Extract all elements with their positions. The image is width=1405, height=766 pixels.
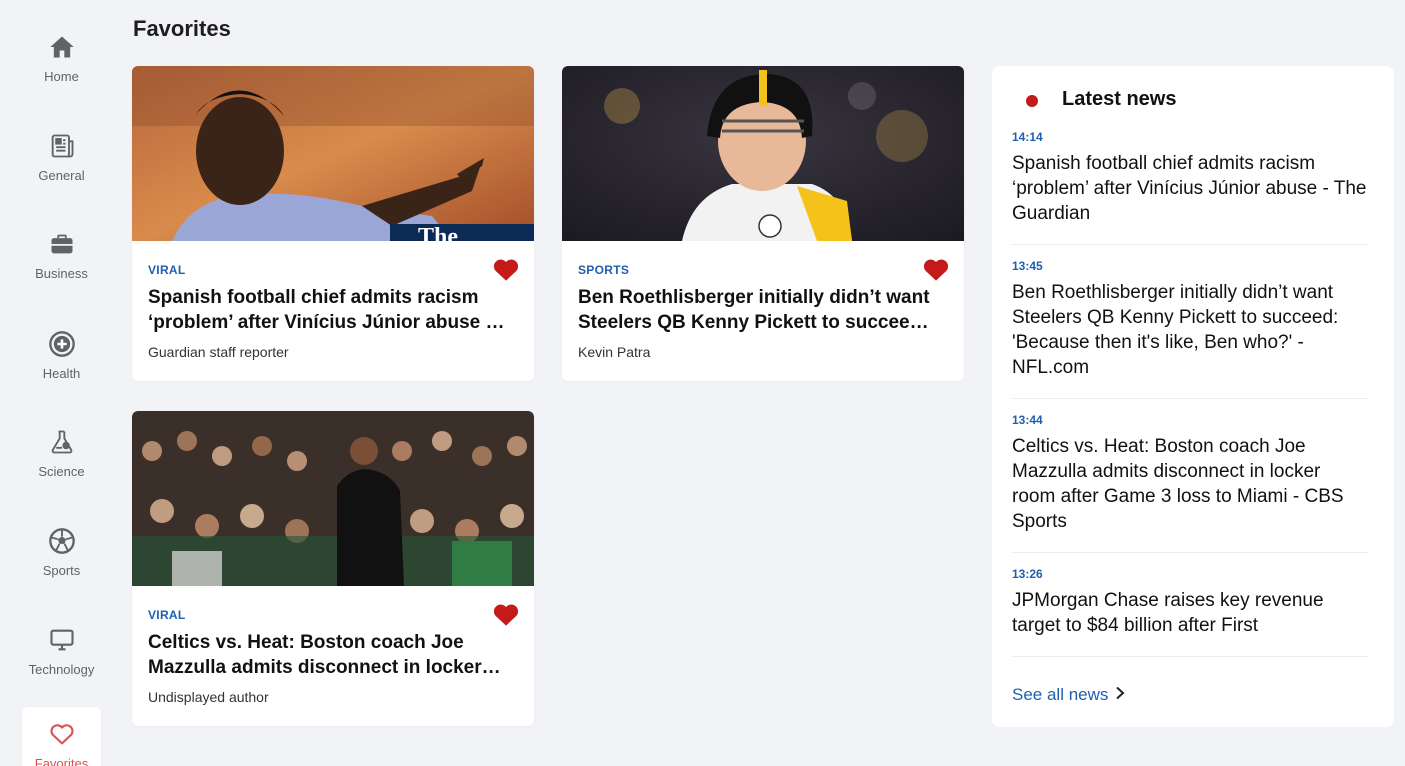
- category-label: VIRAL: [148, 608, 186, 622]
- category-label: SPORTS: [578, 263, 630, 277]
- briefcase-icon: [47, 229, 77, 259]
- sidebar-item-label: Favorites: [34, 756, 89, 766]
- favorite-card[interactable]: SPORTS Ben Roethlisberger initially didn…: [562, 66, 964, 381]
- sidebar-item-general[interactable]: General: [22, 119, 101, 199]
- article-author: Undisplayed author: [148, 689, 269, 705]
- article-title[interactable]: Celtics vs. Heat: Boston coach Joe Mazzu…: [148, 630, 508, 680]
- article-image: [562, 66, 964, 241]
- image-watermark-text: The: [418, 224, 458, 241]
- sidebar-item-business[interactable]: Business: [22, 217, 101, 297]
- latest-news-heading: Latest news: [1062, 88, 1177, 110]
- sidebar-item-label: Business: [35, 266, 88, 281]
- home-icon: [47, 32, 77, 62]
- category-label: VIRAL: [148, 263, 186, 277]
- sidebar-item-sports[interactable]: Sports: [22, 514, 101, 594]
- sidebar-item-label: Technology: [28, 662, 95, 677]
- favorite-heart-icon[interactable]: [492, 256, 520, 282]
- sidebar-item-home[interactable]: Home: [22, 20, 101, 100]
- article-title[interactable]: Spanish football chief admits racism ‘pr…: [148, 285, 508, 335]
- list-item[interactable]: 13:45 Ben Roethlisberger initially didn’…: [1012, 255, 1368, 399]
- latest-news-panel: Latest news 14:14 Spanish football chief…: [992, 66, 1394, 727]
- sidebar-item-label: General: [38, 168, 85, 183]
- live-dot-icon: [1026, 95, 1038, 107]
- see-all-news-label: See all news: [1012, 685, 1109, 704]
- news-headline[interactable]: JPMorgan Chase raises key revenue target…: [1012, 588, 1368, 638]
- sidebar-item-favorites[interactable]: Favorites: [22, 707, 101, 766]
- article-image: [132, 411, 534, 586]
- soccer-ball-icon: [47, 526, 77, 556]
- news-time: 13:44: [1012, 413, 1043, 427]
- sidebar-item-health[interactable]: Health: [22, 317, 101, 397]
- list-item[interactable]: 14:14 Spanish football chief admits raci…: [1012, 126, 1368, 245]
- sidebar-item-label: Sports: [42, 563, 81, 578]
- favorite-card[interactable]: VIRAL Celtics vs. Heat: Boston coach Joe…: [132, 411, 534, 726]
- news-time: 13:26: [1012, 567, 1043, 581]
- latest-news-list[interactable]: 14:14 Spanish football chief admits raci…: [1012, 126, 1368, 664]
- favorite-heart-icon[interactable]: [922, 256, 950, 282]
- article-title[interactable]: Ben Roethlisberger initially didn’t want…: [578, 285, 938, 335]
- flask-icon: [47, 427, 77, 457]
- news-headline[interactable]: Celtics vs. Heat: Boston coach Joe Mazzu…: [1012, 434, 1368, 534]
- monitor-icon: [47, 625, 77, 655]
- sidebar: Home General Business Health Science Spo…: [0, 0, 122, 766]
- chevron-right-icon: [1114, 685, 1126, 705]
- favorite-card[interactable]: The VIRAL Spanish football chief admits …: [132, 66, 534, 381]
- page-title: Favorites: [133, 16, 231, 41]
- sidebar-item-label: Science: [38, 464, 85, 479]
- list-item[interactable]: 13:26 JPMorgan Chase raises key revenue …: [1012, 563, 1368, 657]
- news-time: 13:45: [1012, 259, 1043, 273]
- list-item[interactable]: 13:44 Celtics vs. Heat: Boston coach Joe…: [1012, 409, 1368, 553]
- news-headline[interactable]: Spanish football chief admits racism ‘pr…: [1012, 151, 1368, 226]
- article-author: Kevin Patra: [578, 344, 651, 360]
- heart-outline-icon: [47, 719, 77, 749]
- health-plus-icon: [47, 329, 77, 359]
- sidebar-item-label: Health: [42, 366, 81, 381]
- sidebar-item-technology[interactable]: Technology: [22, 613, 101, 693]
- article-author: Guardian staff reporter: [148, 344, 289, 360]
- see-all-news-link[interactable]: See all news: [1012, 685, 1126, 705]
- sidebar-item-label: Home: [44, 69, 79, 84]
- newspaper-icon: [47, 131, 77, 161]
- sidebar-item-science[interactable]: Science: [22, 415, 101, 495]
- article-image: The: [132, 66, 534, 241]
- news-headline[interactable]: Ben Roethlisberger initially didn’t want…: [1012, 280, 1368, 380]
- news-time: 14:14: [1012, 130, 1043, 144]
- favorite-heart-icon[interactable]: [492, 601, 520, 627]
